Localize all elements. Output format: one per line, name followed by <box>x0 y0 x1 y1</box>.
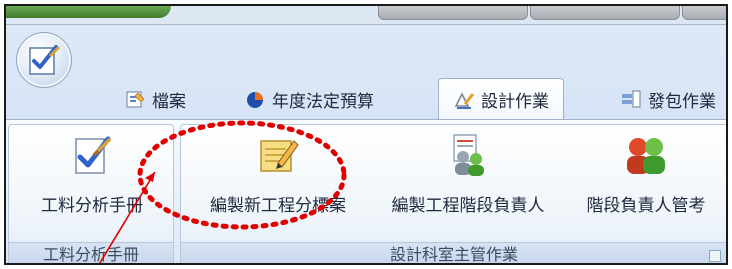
group-design-manager: 編製新工程分標案 編製工程階段負責人 階段負責人管考 設計科室主管作業 <box>180 124 726 263</box>
stage-owner-review-button[interactable]: 階段負責人管考 <box>571 133 721 216</box>
create-new-project-tender-label: 編製新工程分標案 <box>210 196 346 216</box>
tab-annual-budget-label: 年度法定預算 <box>272 91 374 112</box>
notepad-pencil-icon <box>260 140 299 172</box>
document-check-icon <box>29 45 61 75</box>
document-check-icon <box>75 136 112 174</box>
group-label: 設計科室主管作業 <box>181 242 726 263</box>
material-analysis-manual-label: 工料分析手冊 <box>41 196 143 216</box>
group-material-analysis: 工料分析手冊 工料分析手冊 <box>8 124 175 263</box>
group-label: 工料分析手冊 <box>9 242 173 263</box>
create-stage-owner-button[interactable]: 編製工程階段負責人 <box>373 133 563 216</box>
tab-annual-budget[interactable]: 年度法定預算 <box>244 84 374 114</box>
window-tab[interactable] <box>682 6 726 20</box>
tab-file[interactable]: 檔案 <box>124 84 186 114</box>
document-people-icon <box>453 134 484 176</box>
design-tools-icon <box>454 91 475 109</box>
tab-design[interactable]: 設計作業 <box>438 78 564 120</box>
tab-design-label: 設計作業 <box>481 92 549 112</box>
window-tab[interactable] <box>530 6 680 20</box>
window-tab-strip <box>6 6 726 25</box>
pie-chart-icon <box>247 92 263 108</box>
window-tab-active[interactable] <box>6 6 171 18</box>
tab-file-label: 檔案 <box>152 91 186 112</box>
tender-icon <box>622 90 641 108</box>
ribbon-body: 工料分析手冊 工料分析手冊 編製新工程分標案 編製工程階段負責人 階段負責人管考… <box>6 119 726 263</box>
tab-tender-label: 發包作業 <box>648 91 716 112</box>
create-stage-owner-label: 編製工程階段負責人 <box>391 196 545 216</box>
people-icon <box>627 138 665 174</box>
ribbon-tab-bar: 檔案 年度法定預算 設計作業 發包作業 <box>6 78 726 120</box>
window-tab[interactable] <box>378 6 528 20</box>
stage-owner-review-label: 階段負責人管考 <box>586 196 706 216</box>
create-new-project-tender-button[interactable]: 編製新工程分標案 <box>189 133 367 216</box>
file-properties-icon <box>126 91 145 108</box>
dialog-launcher-icon[interactable] <box>709 250 721 262</box>
tab-tender[interactable]: 發包作業 <box>620 84 716 114</box>
application-window: 檔案 年度法定預算 設計作業 發包作業 工料分析手冊 工料分析手冊 編製新工程分… <box>4 4 728 265</box>
material-analysis-manual-button[interactable]: 工料分析手冊 <box>9 133 175 216</box>
